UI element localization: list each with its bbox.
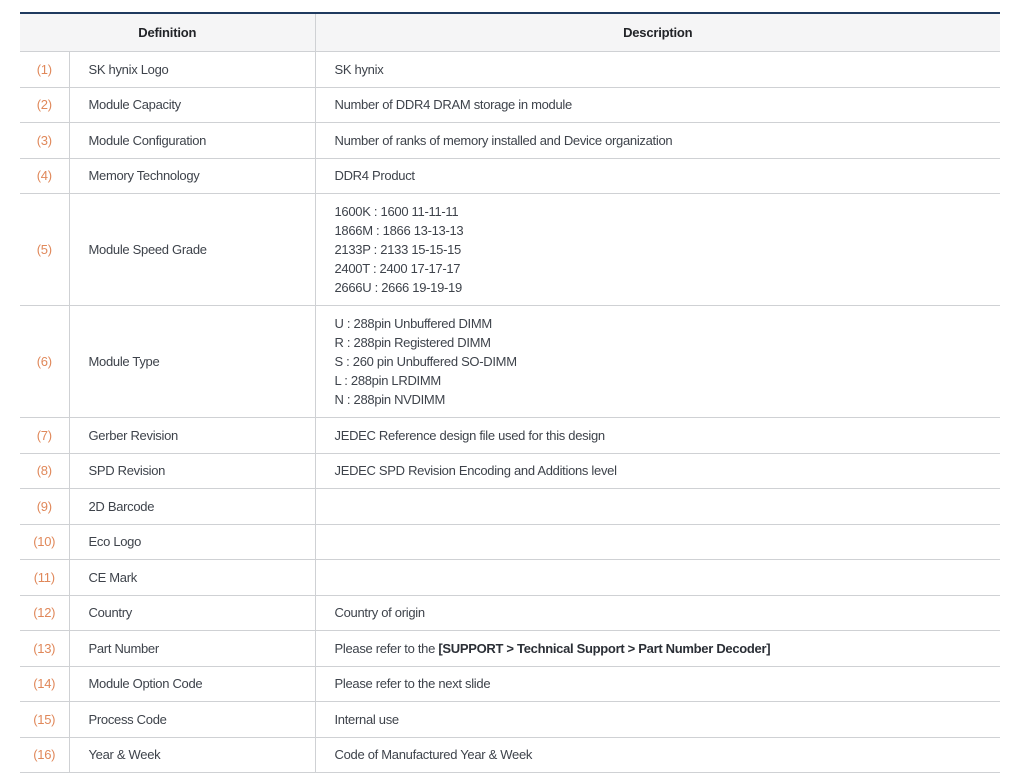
table-row: (6) Module Type U : 288pin Unbuffered DI… <box>20 305 1000 418</box>
speed-grade-line: 2133P : 2133 15-15-15 <box>334 242 462 257</box>
module-type-line: U : 288pin Unbuffered DIMM <box>334 316 493 331</box>
row-number: (9) <box>20 488 69 525</box>
row-number: (5) <box>20 193 69 306</box>
row-definition: Memory Technology <box>68 158 315 194</box>
speed-grade-line: 1866M : 1866 13-13-13 <box>334 223 464 238</box>
row-number: (14) <box>20 666 69 702</box>
row-definition: Module Type <box>68 305 315 418</box>
row-description: Number of DDR4 DRAM storage in module <box>314 87 1000 123</box>
table-row: (11) CE Mark <box>20 559 1000 596</box>
row-definition: Gerber Revision <box>68 417 315 454</box>
table-row: (16) Year & Week Code of Manufactured Ye… <box>20 737 1000 773</box>
table-row: (7) Gerber Revision JEDEC Reference desi… <box>20 417 1000 454</box>
description-prefix: Please refer to the <box>334 640 439 656</box>
row-number: (2) <box>20 87 69 123</box>
header-row: Definition Description <box>20 13 1000 52</box>
row-description: Please refer to the [SUPPORT > Technical… <box>314 630 1000 667</box>
module-type-line: S : 260 pin Unbuffered SO-DIMM <box>334 354 518 369</box>
module-type-line: L : 288pin LRDIMM <box>334 373 442 388</box>
row-description-list: 1600K : 1600 11-11-11 1866M : 1866 13-13… <box>314 193 1000 306</box>
row-number: (6) <box>20 305 69 418</box>
row-description-list: U : 288pin Unbuffered DIMM R : 288pin Re… <box>314 305 1000 418</box>
row-definition: CE Mark <box>68 559 315 596</box>
table-row: (10) Eco Logo <box>20 524 1000 560</box>
row-definition: Module Option Code <box>68 666 315 702</box>
row-number: (8) <box>20 453 69 489</box>
table-row: (13) Part Number Please refer to the [SU… <box>20 630 1000 667</box>
row-definition: SPD Revision <box>68 453 315 489</box>
row-definition: Process Code <box>68 701 315 738</box>
table-row: (1) SK hynix Logo SK hynix <box>20 51 1000 88</box>
row-definition: Eco Logo <box>68 524 315 560</box>
table-row: (5) Module Speed Grade 1600K : 1600 11-1… <box>20 193 1000 306</box>
row-definition: SK hynix Logo <box>68 51 315 88</box>
module-type-line: N : 288pin NVDIMM <box>334 392 446 407</box>
part-number-decoder-reference: [SUPPORT > Technical Support > Part Numb… <box>438 640 771 656</box>
speed-grade-line: 2666U : 2666 19-19-19 <box>334 280 463 295</box>
row-definition: 2D Barcode <box>68 488 315 525</box>
header-definition: Definition <box>20 13 315 52</box>
row-definition: Module Speed Grade <box>68 193 315 306</box>
row-number: (16) <box>20 737 69 773</box>
row-description: Number of ranks of memory installed and … <box>314 122 1000 159</box>
table-row: (4) Memory Technology DDR4 Product <box>20 158 1000 194</box>
speed-grade-line: 1600K : 1600 11-11-11 <box>334 204 459 219</box>
row-number: (15) <box>20 701 69 738</box>
row-description: SK hynix <box>314 51 1000 88</box>
definition-table-container: Definition Description (1) SK hynix Logo… <box>20 12 1000 773</box>
speed-grade-line: 2400T : 2400 17-17-17 <box>334 261 461 276</box>
row-number: (1) <box>20 51 69 88</box>
table-row: (3) Module Configuration Number of ranks… <box>20 122 1000 159</box>
row-description: DDR4 Product <box>314 158 1000 194</box>
row-number: (12) <box>20 595 69 631</box>
row-description: JEDEC Reference design file used for thi… <box>314 417 1000 454</box>
row-number: (3) <box>20 122 69 159</box>
table-row: (2) Module Capacity Number of DDR4 DRAM … <box>20 87 1000 123</box>
row-definition: Module Configuration <box>68 122 315 159</box>
row-description: Country of origin <box>314 595 1000 631</box>
table-row: (15) Process Code Internal use <box>20 701 1000 738</box>
row-definition: Part Number <box>68 630 315 667</box>
row-definition: Module Capacity <box>68 87 315 123</box>
row-description: Internal use <box>314 701 1000 738</box>
row-description: JEDEC SPD Revision Encoding and Addition… <box>314 453 1000 489</box>
table-row: (12) Country Country of origin <box>20 595 1000 631</box>
row-description: Please refer to the next slide <box>314 666 1000 702</box>
row-description <box>314 488 1000 525</box>
table-body: (1) SK hynix Logo SK hynix (2) Module Ca… <box>20 51 1000 773</box>
row-definition: Year & Week <box>68 737 315 773</box>
module-type-line: R : 288pin Registered DIMM <box>334 335 492 350</box>
label-definition-table: Definition Description (1) SK hynix Logo… <box>20 12 1000 773</box>
row-number: (11) <box>20 559 69 596</box>
table-row: (9) 2D Barcode <box>20 488 1000 525</box>
header-description: Description <box>314 13 1000 52</box>
row-definition: Country <box>68 595 315 631</box>
row-description <box>314 524 1000 560</box>
table-row: (14) Module Option Code Please refer to … <box>20 666 1000 702</box>
table-header: Definition Description <box>20 13 1000 52</box>
row-number: (10) <box>20 524 69 560</box>
row-description <box>314 559 1000 596</box>
row-number: (7) <box>20 417 69 454</box>
row-number: (13) <box>20 630 69 667</box>
row-number: (4) <box>20 158 69 194</box>
table-row: (8) SPD Revision JEDEC SPD Revision Enco… <box>20 453 1000 489</box>
row-description: Code of Manufactured Year & Week <box>314 737 1000 773</box>
